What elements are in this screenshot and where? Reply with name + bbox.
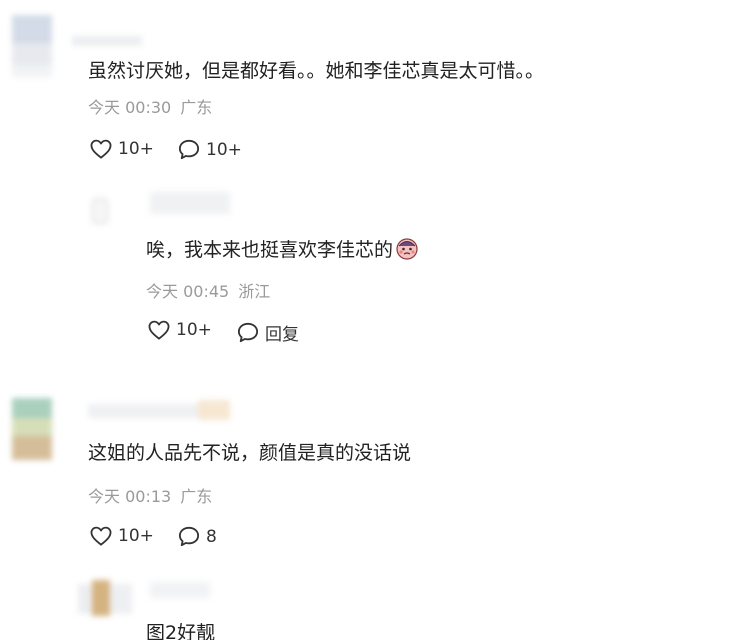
reply-label: 回复 [265, 325, 299, 345]
reply-count: 8 [206, 526, 217, 547]
reply-count-button[interactable]: 8 [178, 526, 217, 547]
avatar[interactable] [12, 15, 52, 77]
comment-text: 这姐的人品先不说，颜值是真的没话说 [88, 442, 412, 464]
comment-text: 虽然讨厌她，但是都好看。。她和李佳芯真是太可惜。。 [88, 60, 545, 82]
comment-time: 今天 00:13 [88, 487, 172, 506]
avatar[interactable] [92, 198, 108, 224]
username[interactable] [72, 36, 142, 46]
comment-time: 今天 00:30 [88, 98, 172, 117]
speech-bubble-outline-icon [178, 139, 200, 160]
pouting-face-emoji [395, 236, 419, 267]
username[interactable] [150, 192, 230, 214]
heart-outline-icon [90, 526, 112, 546]
like-button[interactable]: 10+ [90, 526, 154, 546]
reply-meta: 今天 00:45 浙江 [146, 282, 270, 302]
avatar[interactable] [12, 398, 52, 460]
reply-time: 今天 00:45 [146, 282, 230, 301]
reply-count: 10+ [206, 139, 242, 160]
username[interactable] [88, 400, 230, 420]
speech-bubble-outline-icon [178, 526, 200, 547]
comment-location: 广东 [180, 487, 213, 506]
reply-text: 图2好靓 [146, 622, 216, 640]
heart-outline-icon [90, 139, 112, 159]
heart-outline-icon [148, 320, 170, 340]
reply-button[interactable]: 回复 [237, 320, 299, 345]
reply-text: 唉，我本来也挺喜欢李佳芯的 [146, 236, 419, 267]
like-button[interactable]: 10+ [148, 320, 212, 340]
username[interactable] [150, 582, 210, 598]
comment-meta: 今天 00:30 广东 [88, 98, 212, 118]
reply-text-content: 唉，我本来也挺喜欢李佳芯的 [146, 239, 394, 261]
like-button[interactable]: 10+ [90, 139, 154, 159]
reply-location: 浙江 [238, 282, 271, 301]
like-count: 10+ [176, 320, 212, 340]
comment-location: 广东 [180, 98, 213, 117]
like-count: 10+ [118, 139, 154, 159]
like-count: 10+ [118, 526, 154, 546]
comment-meta: 今天 00:13 广东 [88, 487, 212, 507]
avatar[interactable] [78, 580, 132, 616]
reply-count-button[interactable]: 10+ [178, 139, 242, 160]
speech-bubble-outline-icon [237, 322, 259, 343]
